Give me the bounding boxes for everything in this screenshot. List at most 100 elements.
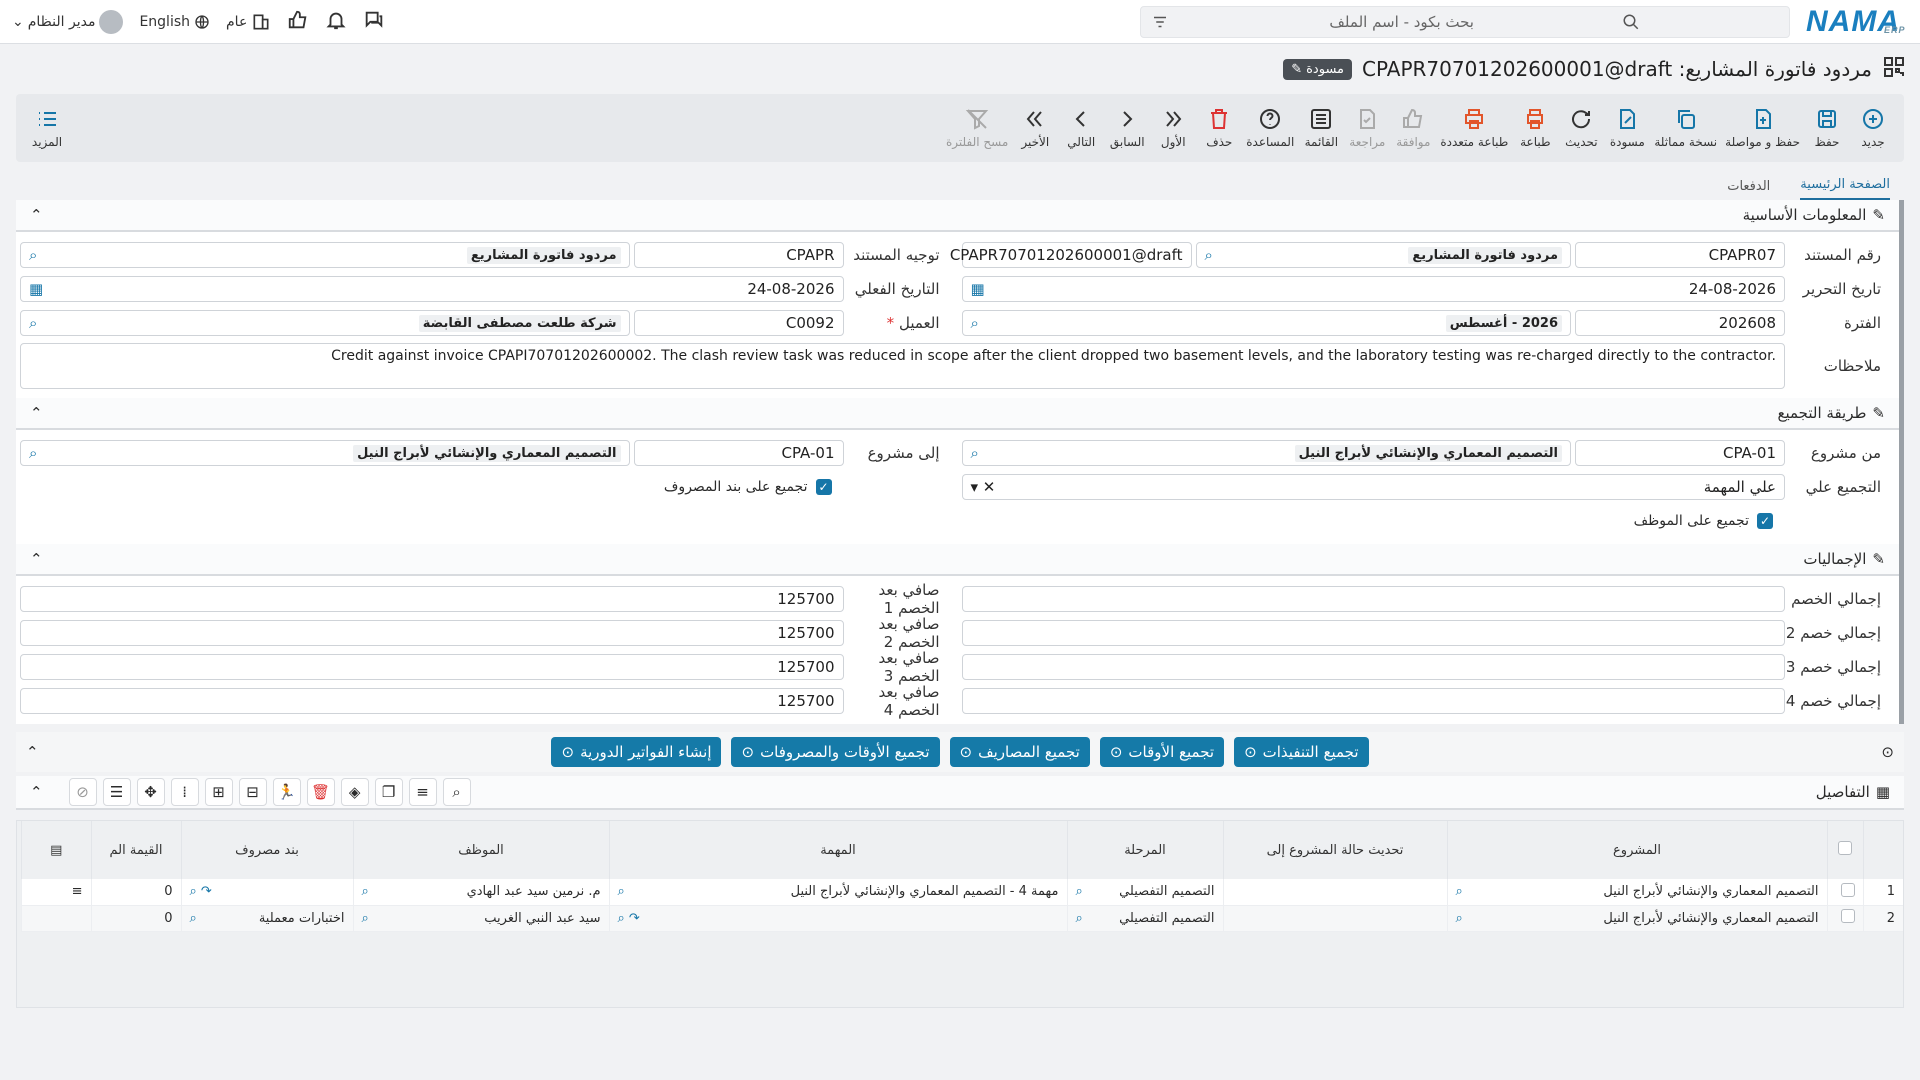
cell-phase[interactable]: التصميم التفصيلي ⌕ xyxy=(1066,905,1223,932)
nama-logo[interactable]: NAMA ERP xyxy=(1806,6,1905,37)
employee-checkbox[interactable]: ✓ xyxy=(1757,513,1773,529)
chevron-up-icon[interactable]: ⌃ xyxy=(30,550,43,568)
collapse-icon[interactable]: ⊟ xyxy=(238,778,267,806)
total-discount-field[interactable] xyxy=(961,586,1785,612)
scope-switch[interactable]: عام xyxy=(226,12,271,32)
multi-print-button[interactable]: طباعة متعددة xyxy=(1436,94,1512,162)
grid-settings-icon[interactable]: ▤ xyxy=(21,821,91,879)
row-menu[interactable] xyxy=(21,905,91,932)
expense-checkbox[interactable]: ✓ xyxy=(815,479,832,495)
section-header-details[interactable]: ▦ التفاصيل ⌕ ≡ ❐ ◈ 🗑 🏃 ⊟ ⊞ ⁞ ✥ ☰ ⊘ ⌃ xyxy=(16,776,1904,810)
list-button[interactable]: القائمة xyxy=(1298,94,1344,162)
total-discount-4-field[interactable] xyxy=(961,688,1785,714)
notes-field[interactable]: Credit against invoice CPAPI707012026000… xyxy=(20,343,1785,389)
collect-executions-button[interactable]: تجميع التنفيذات ⊙ xyxy=(1234,737,1369,767)
to-project-code-field[interactable]: CPA-01 xyxy=(633,440,844,466)
cell-status[interactable] xyxy=(1222,905,1447,932)
cell-task[interactable]: مهمة 4 - التصميم المعماري والإنشائي لأبر… xyxy=(608,879,1067,906)
tab-payments[interactable]: الدفعات xyxy=(1727,179,1770,200)
section-header-grouping[interactable]: ✎ طريقة التجميع ⌃ xyxy=(16,398,1899,430)
col-expense-item[interactable]: بند مصروف xyxy=(180,821,353,879)
total-discount-3-field[interactable] xyxy=(961,654,1785,680)
cell-value[interactable]: 0 xyxy=(90,905,181,932)
cell-task[interactable]: ↷ ⌕ xyxy=(608,905,1067,932)
chevron-up-icon[interactable]: ⌃ xyxy=(30,206,43,224)
create-periodic-invoices-button[interactable]: إنشاء الفواتير الدورية ⊙ xyxy=(551,737,722,767)
section-header-totals[interactable]: ✎ الإجماليات ⌃ xyxy=(16,544,1899,576)
duplicate-button[interactable]: نسخة مماثلة xyxy=(1650,94,1721,162)
net-1-field[interactable]: 125700 xyxy=(20,586,844,612)
chevron-up-icon[interactable]: ⌃ xyxy=(30,404,43,422)
row-checkbox[interactable] xyxy=(1826,879,1863,906)
global-search[interactable]: بحث بكود - اسم الملف xyxy=(1140,5,1790,38)
cell-employee[interactable]: سيد عبد النبي الغريب ⌕ xyxy=(352,905,609,932)
bell-icon[interactable] xyxy=(325,9,347,35)
filter-icon[interactable]: ☰ xyxy=(102,778,131,806)
user-menu[interactable]: ⌄ مدير النظام xyxy=(12,10,124,34)
trash-icon[interactable]: 🗑 xyxy=(306,778,335,806)
filter-off-icon[interactable]: ⊘ xyxy=(68,778,97,806)
language-switch[interactable]: English xyxy=(139,14,210,30)
move-icon[interactable]: ✥ xyxy=(136,778,165,806)
next-button[interactable]: التالي xyxy=(1058,94,1104,162)
col-status-update[interactable]: تحديث حالة المشروع إلى xyxy=(1222,821,1447,879)
draft-button[interactable]: مسودة xyxy=(1604,94,1650,162)
actual-date-field[interactable]: 24-08-2026 ▦ xyxy=(20,276,844,302)
cell-project[interactable]: التصميم المعماري والإنشائي لأبراج النيل … xyxy=(1446,879,1827,906)
period-name-field[interactable]: 2026 - أغسطس ⌕ xyxy=(961,310,1571,336)
help-button[interactable]: المساعدة xyxy=(1242,94,1298,162)
col-task[interactable]: المهمة xyxy=(608,821,1067,879)
direction-code-field[interactable]: CPAPR xyxy=(633,242,844,268)
collect-times-expenses-button[interactable]: تجميع الأوقات والمصروفات ⊙ xyxy=(731,737,940,767)
add-rows-icon[interactable]: ≡ xyxy=(408,778,437,806)
first-button[interactable]: الأول xyxy=(1150,94,1196,162)
to-project-name-field[interactable]: التصميم المعماري والإنشائي لأبراج النيل ⌕ xyxy=(20,440,630,466)
previous-button[interactable]: السابق xyxy=(1104,94,1150,162)
edit-date-field[interactable]: 24-08-2026 ▦ xyxy=(961,276,1785,302)
net-4-field[interactable]: 125700 xyxy=(20,688,844,714)
save-button[interactable]: حفظ xyxy=(1804,94,1850,162)
cell-value[interactable]: 0 xyxy=(90,879,181,906)
layers-icon[interactable]: ◈ xyxy=(340,778,369,806)
cell-phase[interactable]: التصميم التفصيلي ⌕ xyxy=(1066,879,1223,906)
play-circle-icon[interactable]: ⊙ xyxy=(1881,743,1894,761)
refresh-button[interactable]: تحديث xyxy=(1558,94,1604,162)
cell-employee[interactable]: م. نرمين سيد عبد الهادي ⌕ xyxy=(352,879,609,906)
zoom-search-icon[interactable]: ⌕ xyxy=(442,778,471,806)
from-project-code-field[interactable]: CPA-01 xyxy=(1575,440,1785,466)
more-button[interactable]: المزيد xyxy=(24,94,70,162)
table-row[interactable]: 1 التصميم المعماري والإنشائي لأبراج الني… xyxy=(21,879,1903,906)
dots-grid-icon[interactable]: ⁞ xyxy=(170,778,199,806)
save-continue-button[interactable]: حفظ و مواصلة xyxy=(1721,94,1804,162)
chat-icon[interactable] xyxy=(363,9,385,35)
cell-expense[interactable]: اختبارات معملية ⌕ xyxy=(180,905,353,932)
doc-no-code-field[interactable]: CPAPR07 xyxy=(1575,242,1785,268)
clear-filter-button[interactable]: مسح الفلترة xyxy=(942,94,1012,162)
tab-main[interactable]: الصفحة الرئيسية xyxy=(1800,177,1890,200)
group-on-select[interactable]: علي المهمة ✕ ▾ xyxy=(961,474,1785,500)
expand-icon[interactable]: ⊞ xyxy=(204,778,233,806)
run-icon[interactable]: 🏃 xyxy=(272,778,301,806)
delete-button[interactable]: حذف xyxy=(1196,94,1242,162)
col-value[interactable]: القيمة الم xyxy=(90,821,181,879)
chevron-up-icon[interactable]: ⌃ xyxy=(26,743,39,761)
customer-code-field[interactable]: C0092 xyxy=(633,310,844,336)
net-2-field[interactable]: 125700 xyxy=(20,620,844,646)
net-3-field[interactable]: 125700 xyxy=(20,654,844,680)
table-row[interactable]: 2 التصميم المعماري والإنشائي لأبراج الني… xyxy=(21,905,1903,932)
select-all-checkbox[interactable] xyxy=(1826,821,1863,879)
review-button[interactable]: مراجعة xyxy=(1344,94,1390,162)
row-menu[interactable]: ≡ xyxy=(21,879,91,906)
cell-expense[interactable]: ↷ ⌕ xyxy=(180,879,353,906)
cell-status[interactable] xyxy=(1222,879,1447,906)
filter-icon[interactable] xyxy=(1151,13,1169,31)
period-code-field[interactable]: 202608 xyxy=(1575,310,1785,336)
like-icon[interactable] xyxy=(287,9,309,35)
print-button[interactable]: طباعة xyxy=(1512,94,1558,162)
collect-expenses-button[interactable]: تجميع المصاريف ⊙ xyxy=(949,737,1090,767)
chevron-up-icon[interactable]: ⌃ xyxy=(30,783,43,801)
col-employee[interactable]: الموظف xyxy=(352,821,609,879)
collect-times-button[interactable]: تجميع الأوقات ⊙ xyxy=(1099,737,1225,767)
direction-name-field[interactable]: مردود فاتورة المشاريع ⌕ xyxy=(20,242,630,268)
last-button[interactable]: الأخير xyxy=(1012,94,1058,162)
